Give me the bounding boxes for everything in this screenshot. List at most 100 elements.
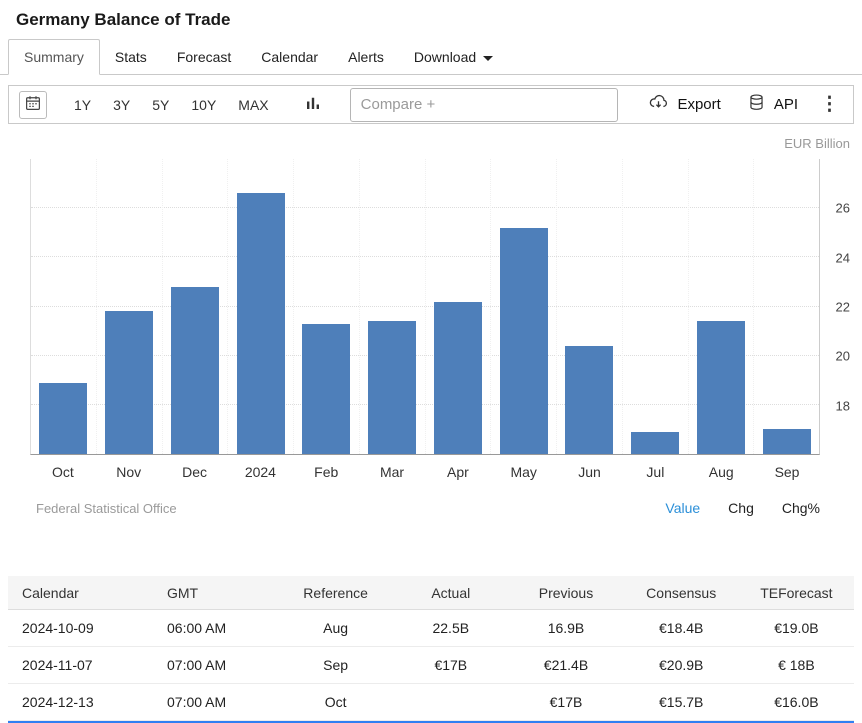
page-title: Germany Balance of Trade: [16, 10, 846, 30]
bar-aug[interactable]: [697, 321, 745, 454]
tab-calendar[interactable]: Calendar: [246, 40, 333, 74]
calendar-button[interactable]: [19, 91, 47, 119]
cell: Aug: [278, 620, 393, 636]
chart-mode-switch: Value Chg Chg%: [665, 500, 820, 516]
chart-type-button[interactable]: [304, 91, 322, 119]
cell: €15.7B: [624, 694, 739, 710]
bar-slot: [227, 159, 293, 454]
cell: 2024-10-09: [8, 620, 153, 636]
calendar-table: CalendarGMTReferenceActualPreviousConsen…: [8, 576, 854, 721]
bar-feb[interactable]: [302, 324, 350, 454]
bar-slot: [359, 159, 425, 454]
x-axis-label: Dec: [162, 464, 228, 480]
api-button[interactable]: API: [747, 93, 798, 116]
mode-chgpct[interactable]: Chg%: [782, 500, 820, 516]
bar-slot: [622, 159, 688, 454]
chart-source: Federal Statistical Office: [36, 501, 177, 516]
cell: €16.0B: [739, 694, 854, 710]
bar-slot: [96, 159, 162, 454]
column-header-calendar: Calendar: [8, 585, 153, 601]
bar-nov[interactable]: [105, 311, 153, 454]
calendar-icon: [24, 94, 42, 115]
bar-slot: [556, 159, 622, 454]
bar-slot: [688, 159, 754, 454]
table-row[interactable]: 2024-12-1307:00 AMOct€17B€15.7B€16.0B: [8, 684, 854, 721]
bar-jun[interactable]: [565, 346, 613, 454]
x-axis-label: Sep: [754, 464, 820, 480]
x-axis: OctNovDec2024FebMarAprMayJunJulAugSep: [30, 455, 820, 480]
tab-stats[interactable]: Stats: [100, 40, 162, 74]
column-header-gmt: GMT: [153, 585, 278, 601]
bar-slot: [162, 159, 228, 454]
tab-bar: SummaryStatsForecastCalendarAlertsDownlo…: [0, 38, 862, 75]
y-axis-label: 18: [836, 398, 850, 413]
export-button[interactable]: Export: [648, 92, 720, 117]
bar-slot: [425, 159, 491, 454]
y-axis-label: 24: [836, 250, 850, 265]
cell: € 18B: [739, 657, 854, 673]
range-button-5y[interactable]: 5Y: [143, 92, 178, 118]
cell: €17B: [508, 694, 623, 710]
x-axis-label: Jul: [622, 464, 688, 480]
column-header-actual: Actual: [393, 585, 508, 601]
tab-forecast[interactable]: Forecast: [162, 40, 246, 74]
cell: €18.4B: [624, 620, 739, 636]
tab-summary[interactable]: Summary: [8, 39, 100, 75]
export-label: Export: [677, 96, 720, 113]
bar-slot: [490, 159, 556, 454]
x-axis-label: Oct: [30, 464, 96, 480]
compare-input[interactable]: [350, 88, 618, 122]
cell: 07:00 AM: [153, 694, 278, 710]
table-row[interactable]: 2024-10-0906:00 AMAug22.5B16.9B€18.4B€19…: [8, 610, 854, 647]
mode-value[interactable]: Value: [665, 500, 700, 516]
cell: 16.9B: [508, 620, 623, 636]
cloud-download-icon: [648, 92, 669, 117]
x-axis-label: Jun: [557, 464, 623, 480]
bar-apr[interactable]: [434, 302, 482, 454]
cell: €17B: [393, 657, 508, 673]
bar-sep[interactable]: [763, 429, 811, 454]
api-label: API: [774, 96, 798, 113]
bar-slot: [31, 159, 96, 454]
column-header-teforecast: TEForecast: [739, 585, 854, 601]
y-axis-label: 26: [836, 201, 850, 216]
chart-plot-area: [30, 159, 820, 455]
cell: €20.9B: [624, 657, 739, 673]
range-button-1y[interactable]: 1Y: [65, 92, 100, 118]
chart: EUR Billion 1820222426 OctNovDec2024FebM…: [0, 124, 862, 530]
bar-2024[interactable]: [237, 193, 285, 454]
y-axis-label: 22: [836, 300, 850, 315]
cell: 2024-12-13: [8, 694, 153, 710]
range-button-max[interactable]: MAX: [229, 92, 277, 118]
cell: €19.0B: [739, 620, 854, 636]
x-axis-label: Aug: [688, 464, 754, 480]
mode-chg[interactable]: Chg: [728, 500, 754, 516]
database-icon: [747, 93, 766, 116]
bar-jul[interactable]: [631, 432, 679, 454]
x-axis-label: May: [491, 464, 557, 480]
bar-dec[interactable]: [171, 287, 219, 454]
page-header: Germany Balance of Trade: [0, 0, 862, 38]
range-button-3y[interactable]: 3Y: [104, 92, 139, 118]
column-header-reference: Reference: [278, 585, 393, 601]
kebab-menu-icon[interactable]: ⋮: [820, 93, 839, 116]
range-button-10y[interactable]: 10Y: [182, 92, 225, 118]
tab-alerts[interactable]: Alerts: [333, 40, 399, 74]
table-row[interactable]: 2024-11-0707:00 AMSep€17B€21.4B€20.9B€ 1…: [8, 647, 854, 684]
column-header-previous: Previous: [508, 585, 623, 601]
tab-download[interactable]: Download: [399, 40, 508, 74]
bar-slot: [753, 159, 819, 454]
cell: 22.5B: [393, 620, 508, 636]
bar-may[interactable]: [500, 228, 548, 454]
chart-footer: Federal Statistical Office Value Chg Chg%: [8, 480, 854, 530]
x-axis-label: Nov: [96, 464, 162, 480]
chart-unit-label: EUR Billion: [8, 124, 854, 159]
bar-mar[interactable]: [368, 321, 416, 454]
cell: 2024-11-07: [8, 657, 153, 673]
range-selector: 1Y3Y5Y10YMAX: [65, 92, 278, 118]
cell: 06:00 AM: [153, 620, 278, 636]
bar-oct[interactable]: [39, 383, 87, 454]
cell: Sep: [278, 657, 393, 673]
x-axis-label: Mar: [359, 464, 425, 480]
x-axis-label: Apr: [425, 464, 491, 480]
